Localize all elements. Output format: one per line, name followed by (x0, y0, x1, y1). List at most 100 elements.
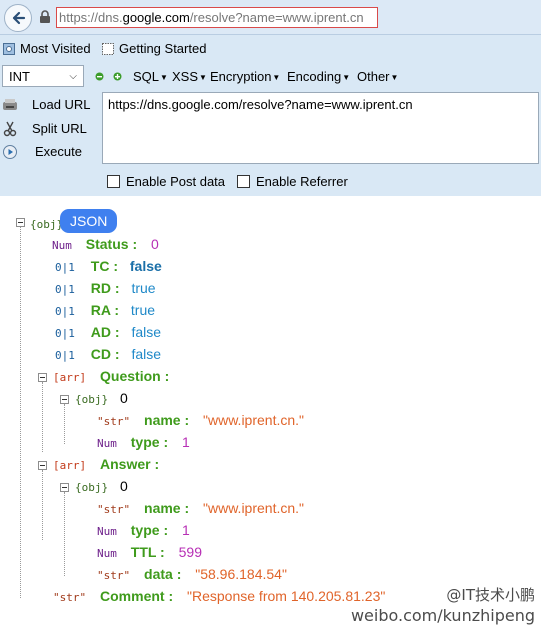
json-key: CD : (90, 346, 120, 362)
json-key: Comment : (100, 588, 174, 604)
json-value: true (131, 280, 156, 296)
tree-connector (42, 470, 43, 540)
tree-row-answer-obj: {obj} 0 (75, 478, 128, 494)
bookmark-getting-started[interactable]: Getting Started (102, 41, 206, 56)
bookmark-most-visited[interactable]: Most Visited (3, 41, 91, 56)
menu-label: SQL (133, 69, 160, 84)
root-node: {obj} (30, 215, 63, 231)
lock-icon (40, 10, 50, 23)
type-tag: {obj} (30, 218, 64, 231)
type-tag: "str" (53, 591, 87, 604)
tree-row-status: Num Status : 0 (52, 236, 159, 252)
folder-icon (3, 43, 15, 55)
json-value: "www.iprent.cn." (203, 412, 305, 428)
bookmark-label: Most Visited (20, 41, 91, 56)
address-bar[interactable]: https://dns.google.com/resolve?name=www.… (56, 7, 378, 28)
tree-row-cd: 0|1 CD : false (55, 346, 161, 362)
json-key: Status : (85, 236, 138, 252)
type-tag: 0|1 (55, 305, 75, 318)
url-textarea[interactable]: https://dns.google.com/resolve?name=www.… (102, 92, 539, 164)
json-value: 1 (182, 522, 190, 538)
back-arrow-icon (12, 11, 26, 25)
json-key: TTL : (130, 544, 165, 560)
json-value: false (129, 258, 162, 274)
menu-sql[interactable]: SQL▼ (133, 69, 168, 84)
plus-icon[interactable] (113, 72, 122, 81)
collapse-toggle[interactable] (38, 373, 47, 382)
json-value: 1 (182, 434, 190, 450)
tree-row-question-name: "str" name : "www.iprent.cn." (97, 412, 304, 428)
json-tree-viewer: {obj} JSON Num Status : 0 0|1 TC : false… (0, 196, 541, 631)
collapse-toggle[interactable] (38, 461, 47, 470)
enable-post-checkbox[interactable]: Enable Post data (107, 174, 225, 189)
json-value: false (131, 324, 162, 340)
select-value: INT (9, 69, 30, 84)
watermark-handle: @IT技术小鹏 (446, 584, 535, 605)
scissors-icon (3, 121, 17, 137)
tree-row-question: [arr] Question : (53, 368, 169, 384)
type-tag: 0|1 (55, 261, 75, 274)
url-suffix: /resolve?name=www.iprent.cn (189, 10, 364, 25)
tree-row-question-type: Num type : 1 (97, 434, 190, 450)
navigation-bar: https://dns.google.com/resolve?name=www.… (0, 0, 541, 35)
json-key: RD : (90, 280, 120, 296)
menu-label: Other (357, 69, 390, 84)
load-url-label: Load URL (32, 97, 91, 112)
execute-label: Execute (35, 144, 82, 159)
checkbox-box[interactable] (107, 175, 120, 188)
array-index: 0 (120, 390, 128, 406)
menu-encoding[interactable]: Encoding▼ (287, 69, 350, 84)
type-tag: Num (52, 239, 72, 252)
json-key: data : (144, 566, 182, 582)
hackbar-toolbar: INT ⌵ SQL▼ XSS▼ Encryption▼ Encoding▼ Oth… (0, 62, 541, 90)
json-key: RA : (90, 302, 120, 318)
tree-row-ad: 0|1 AD : false (55, 324, 161, 340)
tree-row-answer-data: "str" data : "58.96.184.54" (97, 566, 287, 582)
type-tag: {obj} (75, 481, 109, 494)
json-key: TC : (90, 258, 118, 274)
tree-row-tc: 0|1 TC : false (55, 258, 162, 274)
json-value: false (131, 346, 162, 362)
page-icon (102, 43, 114, 55)
menu-xss[interactable]: XSS▼ (172, 69, 207, 84)
minus-icon[interactable] (95, 72, 104, 81)
menu-label: Encoding (287, 69, 342, 84)
back-button[interactable] (4, 4, 32, 32)
url-domain: google.com (122, 10, 190, 25)
type-select[interactable]: INT ⌵ (2, 65, 84, 87)
tree-connector (64, 492, 65, 576)
collapse-toggle[interactable] (16, 218, 25, 227)
type-tag: [arr] (53, 371, 87, 384)
type-tag: "str" (97, 415, 131, 428)
enable-referrer-label: Enable Referrer (256, 174, 348, 189)
play-icon (3, 145, 17, 159)
type-tag: 0|1 (55, 349, 75, 362)
collapse-toggle[interactable] (60, 483, 69, 492)
json-value: "58.96.184.54" (195, 566, 287, 582)
tree-row-answer-name: "str" name : "www.iprent.cn." (97, 500, 304, 516)
type-tag: Num (97, 547, 117, 560)
watermark-site-text: weibo.com/kunzhipeng (350, 606, 535, 625)
collapse-toggle[interactable] (60, 395, 69, 404)
json-key: AD : (90, 324, 120, 340)
menu-label: Encryption (210, 69, 272, 84)
bookmark-label: Getting Started (119, 41, 207, 56)
json-badge[interactable]: JSON (60, 209, 118, 233)
json-value: "www.iprent.cn." (203, 500, 305, 516)
menu-encryption[interactable]: Encryption▼ (210, 69, 280, 84)
json-key: type : (130, 522, 169, 538)
enable-referrer-checkbox[interactable]: Enable Referrer (237, 174, 348, 189)
menu-other[interactable]: Other▼ (357, 69, 398, 84)
json-value: 0 (151, 236, 159, 252)
enable-post-label: Enable Post data (126, 174, 226, 189)
type-tag: {obj} (75, 393, 109, 406)
json-value: "Response from 140.205.81.23" (187, 588, 386, 604)
json-key: type : (130, 434, 169, 450)
json-key: Answer : (100, 456, 160, 472)
json-value: 599 (178, 544, 202, 560)
tree-row-answer: [arr] Answer : (53, 456, 159, 472)
tree-connector (20, 226, 21, 598)
checkbox-box[interactable] (237, 175, 250, 188)
tree-row-answer-ttl: Num TTL : 599 (97, 544, 202, 560)
url-prefix: https://dns. (59, 10, 123, 25)
